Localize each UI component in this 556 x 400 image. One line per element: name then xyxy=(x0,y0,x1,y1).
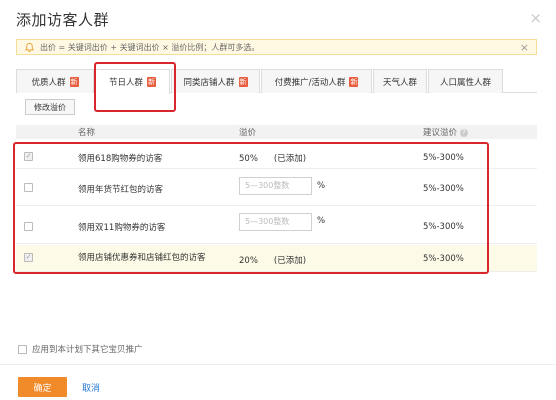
row-premium: 20% xyxy=(239,256,258,266)
col-suggest-header-wrap: 建议溢价? xyxy=(423,126,469,138)
row-suggest: 5%-300% xyxy=(423,153,464,163)
close-icon[interactable]: × xyxy=(529,11,542,26)
help-icon[interactable]: ? xyxy=(460,129,469,137)
premium-input[interactable]: 5—300整数 xyxy=(239,213,312,231)
row-suggest: 5%-300% xyxy=(423,222,464,232)
new-badge: 新 xyxy=(69,76,79,87)
row-name: 领用双11购物券的访客 xyxy=(78,223,166,233)
tab-demographics[interactable]: 人口属性人群 xyxy=(428,69,503,93)
table-header: 名称 溢价 建议溢价? xyxy=(16,125,537,139)
row-suggest: 5%-300% xyxy=(423,184,464,194)
tab-similar-shop[interactable]: 同类店铺人群新 xyxy=(171,69,260,93)
row-premium-wrap: 50% (已添加) xyxy=(239,152,306,164)
tab-bar: 优质人群新 节日人群新 同类店铺人群新 付费推广/活动人群新 天气人群 人口属性… xyxy=(16,69,537,94)
row-name: 领用年货节红包的访客 xyxy=(78,185,164,195)
percent-sign: % xyxy=(317,216,326,226)
table-row: 领用双11购物券的访客 5—300整数 % 5%-300% xyxy=(16,207,537,244)
confirm-button[interactable]: 确定 xyxy=(18,377,67,397)
apply-all-label: 应用到本计划下其它宝贝推广 xyxy=(32,345,143,355)
col-suggest-header: 建议溢价 xyxy=(423,128,458,138)
table-row: ✓ 领用618购物券的访客 50% (已添加) 5%-300% xyxy=(16,144,537,169)
new-badge: 新 xyxy=(238,76,248,87)
table-row: ✓ 领用店铺优惠券和店铺红包的访客 20% (已添加) 5%-300% xyxy=(16,245,537,272)
table-row: 领用年货节红包的访客 5—300整数 % 5%-300% xyxy=(16,170,537,206)
new-badge: 新 xyxy=(147,77,156,87)
tab-festival[interactable]: 节日人群新 xyxy=(95,69,170,94)
apply-all-checkbox[interactable] xyxy=(18,344,27,354)
notice-close-icon[interactable]: × xyxy=(520,41,529,54)
percent-sign: % xyxy=(317,181,326,191)
row-checkbox[interactable] xyxy=(24,222,33,231)
bell-icon xyxy=(24,42,35,52)
row-checkbox[interactable]: ✓ xyxy=(24,152,33,161)
tab-label: 天气人群 xyxy=(382,77,417,88)
col-name-header: 名称 xyxy=(78,128,96,138)
row-name: 领用618购物券的访客 xyxy=(78,154,163,164)
row-premium: 50% xyxy=(239,154,258,164)
tab-label: 优质人群 xyxy=(31,77,66,88)
row-checkbox[interactable]: ✓ xyxy=(24,253,33,262)
tab-label: 同类店铺人群 xyxy=(183,77,235,88)
new-badge: 新 xyxy=(349,76,359,87)
tab-label: 付费推广/活动人群 xyxy=(274,77,346,88)
row-name: 领用店铺优惠券和店铺红包的访客 xyxy=(78,253,206,263)
row-checkbox[interactable] xyxy=(24,183,33,192)
row-premium-wrap: 20% (已添加) xyxy=(239,254,306,266)
dialog-title: 添加访客人群 xyxy=(16,11,110,29)
cancel-link[interactable]: 取消 xyxy=(82,381,100,394)
premium-input[interactable]: 5—300整数 xyxy=(239,177,312,195)
tab-paid-promo[interactable]: 付费推广/活动人群新 xyxy=(261,69,372,93)
tab-label: 节日人群 xyxy=(108,78,143,88)
row-status: (已添加) xyxy=(273,256,307,266)
tab-quality[interactable]: 优质人群新 xyxy=(16,69,94,93)
row-status: (已添加) xyxy=(273,154,307,164)
tab-weather[interactable]: 天气人群 xyxy=(373,69,427,93)
row-suggest: 5%-300% xyxy=(423,254,464,264)
tab-label: 人口属性人群 xyxy=(439,77,491,88)
apply-all-option[interactable]: 应用到本计划下其它宝贝推广 xyxy=(18,343,143,355)
edit-premium-button[interactable]: 修改溢价 xyxy=(25,99,75,115)
notice-text: 出价 = 关键词出价 + 关键词出价 × 溢价比例；人群可多选。 xyxy=(40,42,260,52)
col-premium-header: 溢价 xyxy=(239,128,257,138)
footer-divider xyxy=(0,364,556,365)
notice-bar: 出价 = 关键词出价 + 关键词出价 × 溢价比例；人群可多选。 × xyxy=(16,39,537,55)
